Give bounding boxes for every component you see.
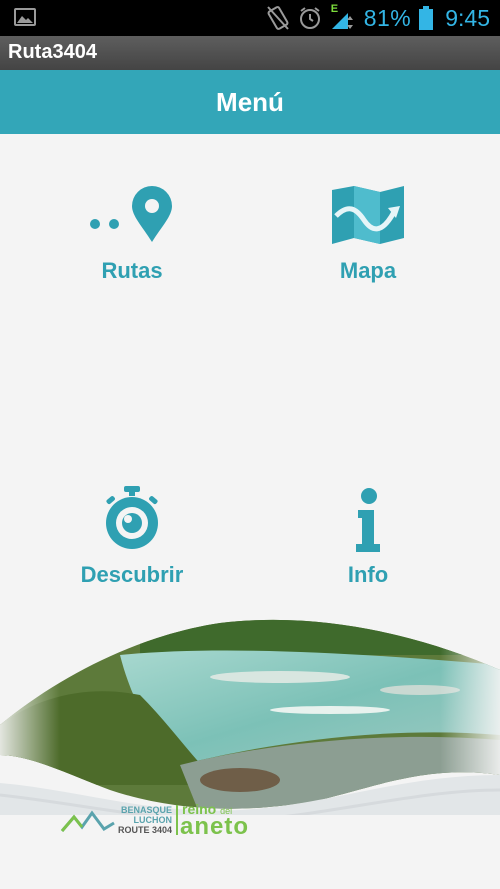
route-pin-icon <box>90 186 172 242</box>
battery-percent: 81% <box>363 4 412 31</box>
menu-item-label: Info <box>347 562 389 587</box>
app-title: Ruta3404 <box>8 41 97 63</box>
logo-divider <box>176 805 178 835</box>
menu-item-info[interactable]: Info <box>268 484 468 604</box>
logo-text-route: ROUTE 3404 <box>117 825 172 835</box>
river-landscape-image <box>0 619 500 815</box>
page-title: Menú <box>216 87 284 117</box>
menu-item-label: Descubrir <box>80 562 184 587</box>
stopwatch-eye-icon <box>106 486 158 549</box>
map-icon <box>332 186 404 244</box>
signal-icon: E <box>330 3 356 31</box>
mountain-logo-icon <box>60 810 115 832</box>
status-icons: E 81% 9:45 <box>266 0 490 36</box>
network-type-label: E <box>330 3 339 15</box>
clock: 9:45 <box>445 4 490 31</box>
title-bar: Ruta3404 <box>0 36 500 70</box>
info-icon <box>356 488 380 552</box>
battery-icon <box>419 6 434 30</box>
logo-text-aneto: aneto <box>180 813 250 840</box>
gallery-icon <box>14 8 36 26</box>
logo-text-luchon: LUCHON <box>133 815 173 825</box>
menu-item-label: Rutas <box>101 258 163 283</box>
route-3404-logo: BENASQUE LUCHON ROUTE 3404 reino del ane… <box>60 801 270 840</box>
vibrate-icon <box>266 6 289 30</box>
menu-item-mapa[interactable]: Mapa <box>268 180 468 300</box>
menu-header: Menú <box>0 70 500 134</box>
logo-text-benasque: BENASQUE <box>120 805 172 815</box>
menu-item-label: Mapa <box>339 258 397 283</box>
menu-item-rutas[interactable]: Rutas <box>32 180 232 300</box>
status-bar: E 81% 9:45 <box>0 0 500 36</box>
menu-item-descubrir[interactable]: Descubrir <box>32 484 232 604</box>
alarm-icon <box>299 7 320 29</box>
